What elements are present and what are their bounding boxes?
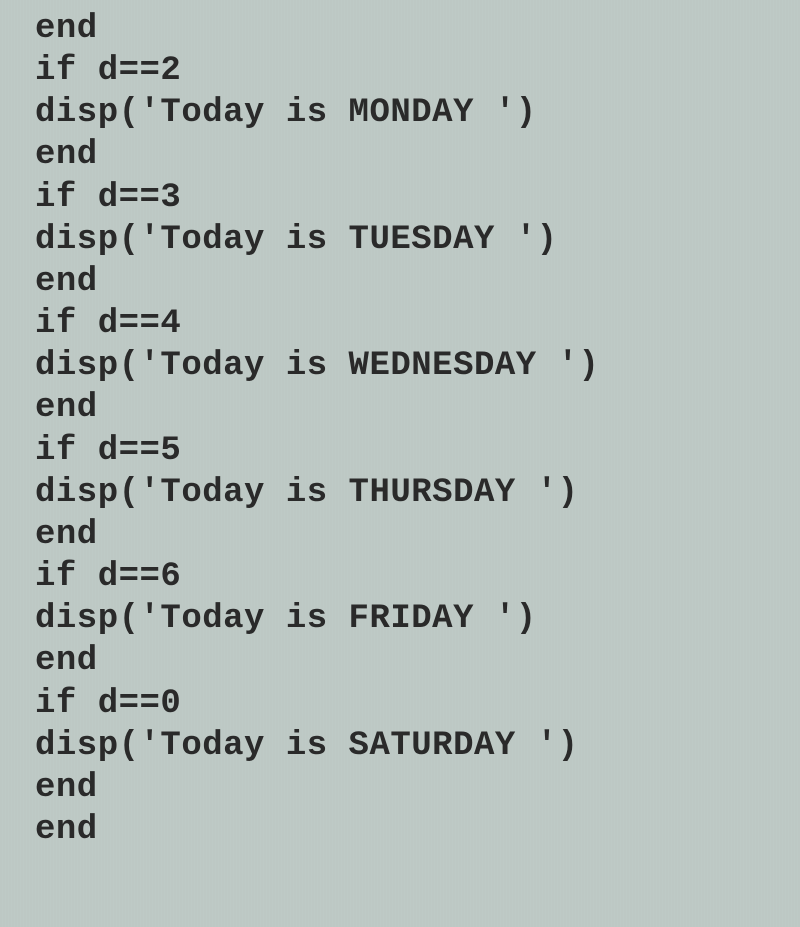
code-line: if d==6 — [35, 556, 800, 598]
code-line: end — [35, 767, 800, 809]
code-line: end — [35, 8, 800, 50]
code-line: end — [35, 809, 800, 851]
code-line: end — [35, 640, 800, 682]
code-line: disp('Today is MONDAY ') — [35, 92, 800, 134]
code-line: disp('Today is FRIDAY ') — [35, 598, 800, 640]
code-line: if d==3 — [35, 177, 800, 219]
code-line: end — [35, 387, 800, 429]
code-line: if d==2 — [35, 50, 800, 92]
code-line: if d==5 — [35, 430, 800, 472]
code-line: end — [35, 134, 800, 176]
code-line: disp('Today is SATURDAY ') — [35, 725, 800, 767]
code-line: end — [35, 514, 800, 556]
code-editor[interactable]: end if d==2 disp('Today is MONDAY ') end… — [35, 8, 800, 851]
code-line: disp('Today is THURSDAY ') — [35, 472, 800, 514]
code-line: disp('Today is TUESDAY ') — [35, 219, 800, 261]
code-line: if d==4 — [35, 303, 800, 345]
code-line: end — [35, 261, 800, 303]
code-line: disp('Today is WEDNESDAY ') — [35, 345, 800, 387]
code-line: if d==0 — [35, 683, 800, 725]
